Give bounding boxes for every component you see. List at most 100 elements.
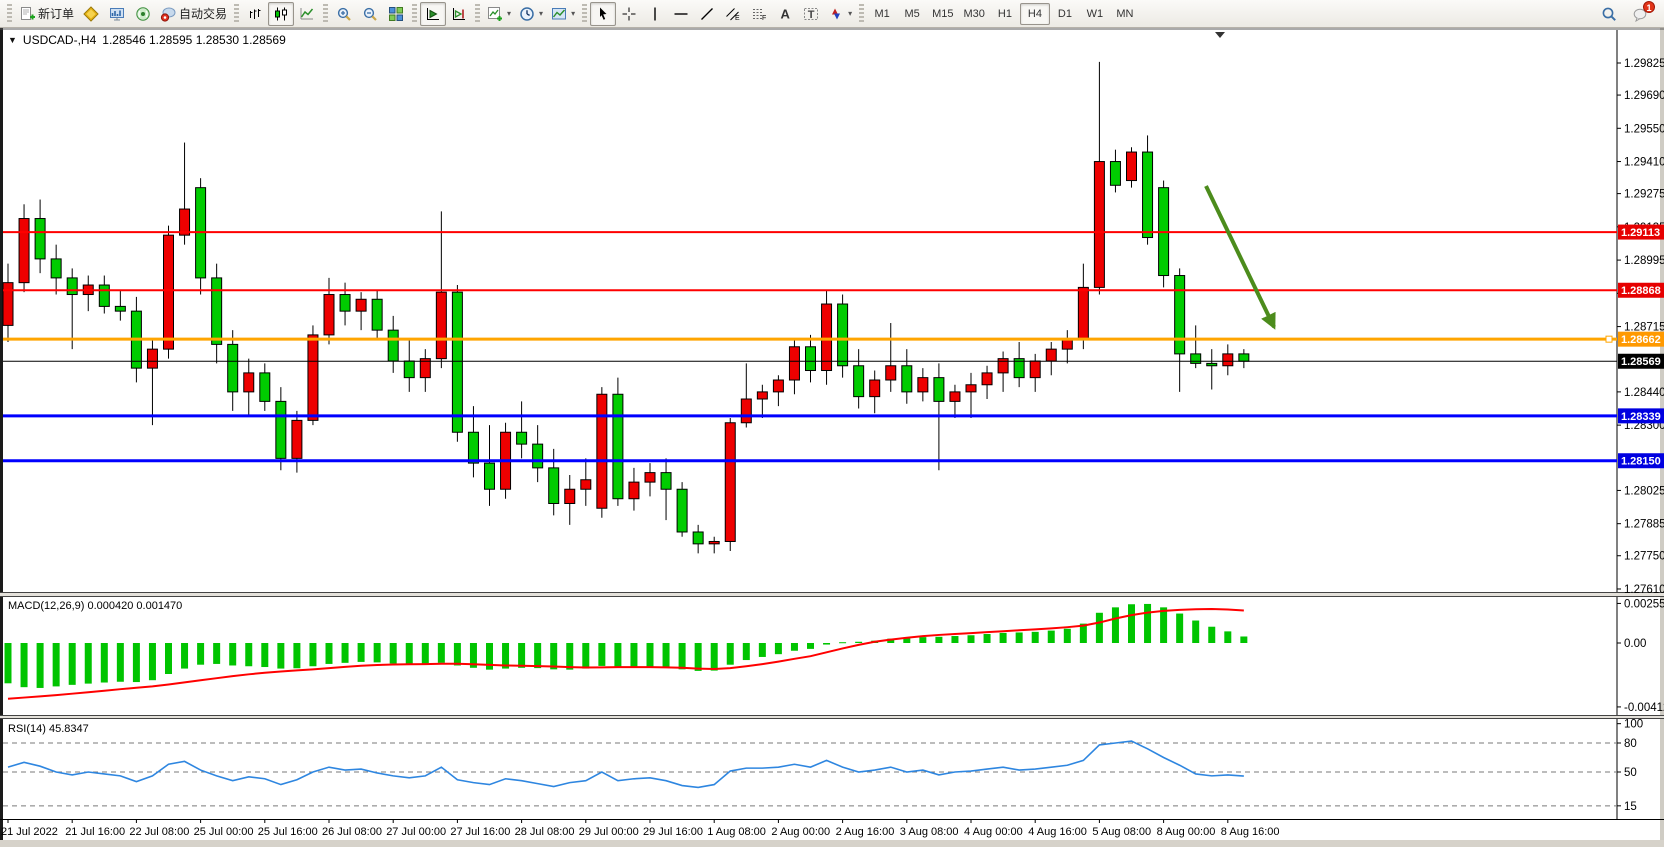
auto-scroll-button[interactable] bbox=[420, 2, 446, 26]
candle-body bbox=[1223, 354, 1233, 366]
cursor-button[interactable] bbox=[590, 2, 616, 26]
hline-drag-handle[interactable] bbox=[1606, 336, 1612, 342]
time-axis-label[interactable]: 4 Aug 16:00 bbox=[1028, 826, 1087, 838]
autotrading-button[interactable]: 自动交易 bbox=[156, 2, 231, 26]
trendline-button[interactable] bbox=[694, 2, 720, 26]
time-axis-label[interactable]: 27 Jul 16:00 bbox=[450, 826, 510, 838]
macd-histogram-bar bbox=[807, 643, 814, 649]
time-axis-label[interactable]: 8 Aug 16:00 bbox=[1221, 826, 1280, 838]
price-line-label: 1.29113 bbox=[1621, 227, 1660, 239]
new-order-button[interactable]: 新订单 bbox=[15, 2, 78, 26]
chart-symbol-period: USDCAD-,H4 bbox=[23, 33, 96, 47]
time-axis-label[interactable]: 25 Jul 00:00 bbox=[194, 826, 254, 838]
time-axis-label[interactable]: 1 Aug 08:00 bbox=[707, 826, 766, 838]
time-axis-label[interactable]: 2 Aug 00:00 bbox=[771, 826, 830, 838]
time-axis-label[interactable]: 8 Aug 00:00 bbox=[1157, 826, 1216, 838]
macd-histogram-bar bbox=[743, 643, 750, 660]
chart-shift-button[interactable] bbox=[446, 2, 472, 26]
line-chart-button[interactable] bbox=[294, 2, 320, 26]
time-axis-label[interactable]: 25 Jul 16:00 bbox=[258, 826, 318, 838]
time-axis-label[interactable]: 2 Aug 16:00 bbox=[836, 826, 895, 838]
periods-button[interactable]: ▾ bbox=[515, 2, 547, 26]
text-label-button[interactable]: T bbox=[798, 2, 824, 26]
timeframe-h1-button[interactable]: H1 bbox=[990, 3, 1020, 25]
time-axis-label[interactable]: 22 Jul 08:00 bbox=[129, 826, 189, 838]
chart-window: 1.298251.296901.295501.294101.292751.291… bbox=[0, 28, 1664, 847]
candle-body bbox=[789, 347, 799, 380]
fibonacci-button[interactable]: F bbox=[746, 2, 772, 26]
templates-button[interactable]: ▾ bbox=[547, 2, 579, 26]
price-axis-label: 1.28995 bbox=[1624, 255, 1664, 267]
macd-histogram-bar bbox=[213, 643, 220, 664]
time-axis-label[interactable]: 29 Jul 16:00 bbox=[643, 826, 703, 838]
text-button[interactable]: A bbox=[772, 2, 798, 26]
time-axis-label[interactable]: 3 Aug 08:00 bbox=[900, 826, 959, 838]
time-axis-label[interactable]: 5 Aug 08:00 bbox=[1092, 826, 1151, 838]
market-watch-icon bbox=[109, 6, 125, 22]
timeframe-m5-button[interactable]: M5 bbox=[897, 3, 927, 25]
one-click-trading-expander-icon[interactable]: ▼ bbox=[8, 35, 17, 45]
timeframe-mn-button[interactable]: MN bbox=[1110, 3, 1140, 25]
time-axis-label[interactable]: 28 Jul 08:00 bbox=[515, 826, 575, 838]
timeframe-h4-button[interactable]: H4 bbox=[1020, 3, 1050, 25]
toolbar-group-handle[interactable] bbox=[412, 4, 417, 24]
ticket-icon bbox=[83, 6, 99, 22]
zoom-in-button[interactable] bbox=[331, 2, 357, 26]
bar-chart-button[interactable] bbox=[242, 2, 268, 26]
equidistant-channel-button[interactable]: E bbox=[720, 2, 746, 26]
toolbar-group-handle[interactable] bbox=[859, 4, 864, 24]
candlestick-button[interactable] bbox=[268, 2, 294, 26]
candle-body bbox=[1127, 152, 1137, 180]
chevron-down-icon[interactable]: ▾ bbox=[539, 9, 543, 18]
candle-body bbox=[629, 482, 639, 499]
chevron-down-icon[interactable]: ▾ bbox=[848, 9, 852, 18]
macd-histogram-bar bbox=[984, 634, 991, 643]
svg-text:T: T bbox=[808, 9, 815, 21]
search-button[interactable] bbox=[1596, 2, 1622, 26]
macd-histogram-bar bbox=[823, 643, 830, 645]
crosshair-button[interactable] bbox=[616, 2, 642, 26]
notifications-button[interactable]: 1 bbox=[1628, 2, 1654, 26]
macd-histogram-bar bbox=[1048, 631, 1055, 643]
tile-windows-button[interactable] bbox=[383, 2, 409, 26]
candle-body bbox=[212, 278, 222, 344]
vertical-line-button[interactable] bbox=[642, 2, 668, 26]
timeframe-w1-button[interactable]: W1 bbox=[1080, 3, 1110, 25]
arrows-button[interactable]: ▾ bbox=[824, 2, 856, 26]
macd-axis-label: -0.004124 bbox=[1624, 702, 1664, 714]
time-axis-label[interactable]: 21 Jul 16:00 bbox=[65, 826, 125, 838]
chat-icon: 1 bbox=[1633, 6, 1649, 22]
time-axis-label[interactable]: 26 Jul 08:00 bbox=[322, 826, 382, 838]
candle-body bbox=[950, 392, 960, 401]
autotrading-icon bbox=[160, 6, 176, 22]
toolbar-group-handle[interactable] bbox=[582, 4, 587, 24]
market-watch-button[interactable] bbox=[104, 2, 130, 26]
toolbar-group-handle[interactable] bbox=[323, 4, 328, 24]
candle-body bbox=[613, 394, 623, 498]
macd-histogram-bar bbox=[5, 643, 12, 683]
time-axis-label[interactable]: 27 Jul 00:00 bbox=[386, 826, 446, 838]
toolbar-group-handle[interactable] bbox=[7, 4, 12, 24]
horizontal-line-button[interactable] bbox=[668, 2, 694, 26]
zoom-out-button[interactable] bbox=[357, 2, 383, 26]
time-axis-label[interactable]: 4 Aug 00:00 bbox=[964, 826, 1023, 838]
chart-title: ▼ USDCAD-,H4 1.28546 1.28595 1.28530 1.2… bbox=[8, 33, 286, 47]
candle-body bbox=[340, 295, 350, 312]
macd-axis-label: 0.00 bbox=[1624, 638, 1646, 650]
signals-button[interactable] bbox=[130, 2, 156, 26]
chevron-down-icon[interactable]: ▾ bbox=[507, 9, 511, 18]
ticket-button[interactable] bbox=[78, 2, 104, 26]
chart-canvas[interactable]: 1.298251.296901.295501.294101.292751.291… bbox=[0, 28, 1664, 847]
timeframe-m15-button[interactable]: M15 bbox=[927, 3, 958, 25]
timeframe-m1-button[interactable]: M1 bbox=[867, 3, 897, 25]
toolbar-group-handle[interactable] bbox=[475, 4, 480, 24]
time-axis-label[interactable]: 29 Jul 00:00 bbox=[579, 826, 639, 838]
indicators-button[interactable]: ▾ bbox=[483, 2, 515, 26]
timeframe-d1-button[interactable]: D1 bbox=[1050, 3, 1080, 25]
candle-body bbox=[356, 299, 366, 311]
toolbar-group-handle[interactable] bbox=[234, 4, 239, 24]
candle-body bbox=[372, 299, 382, 330]
chevron-down-icon[interactable]: ▾ bbox=[571, 9, 575, 18]
timeframe-m30-button[interactable]: M30 bbox=[959, 3, 990, 25]
time-axis-label[interactable]: 21 Jul 2022 bbox=[1, 826, 58, 838]
